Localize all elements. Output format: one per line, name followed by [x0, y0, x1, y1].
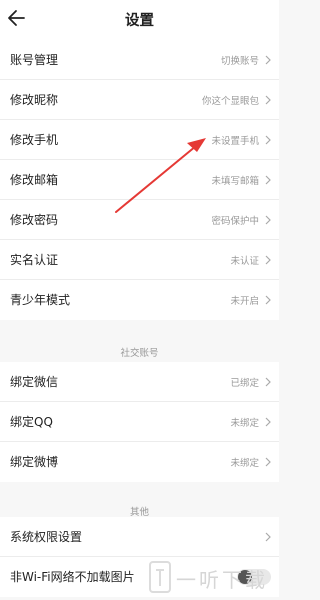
row-bind-weibo[interactable]: 绑定微博 未绑定 — [0, 442, 279, 482]
row-bind-wechat[interactable]: 绑定微信 已绑定 — [0, 362, 279, 402]
row-value: 已绑定 — [230, 378, 259, 389]
chevron-right-icon — [265, 215, 271, 225]
row-value: 未认证 — [230, 256, 259, 267]
row-value: 你这个显眼包 — [201, 96, 259, 107]
row-label: 绑定微信 — [10, 375, 59, 389]
row-label: 修改密码 — [10, 213, 59, 227]
chevron-right-icon — [265, 295, 271, 305]
chevron-right-icon — [265, 95, 271, 105]
chevron-right-icon — [265, 377, 271, 387]
row-edit-password[interactable]: 修改密码 密码保护中 — [0, 200, 279, 240]
row-label: 修改昵称 — [10, 93, 59, 107]
row-label: 实名认证 — [10, 253, 59, 267]
row-bind-qq[interactable]: 绑定QQ 未绑定 — [0, 402, 279, 442]
row-label: 绑定QQ — [10, 415, 53, 429]
row-system-permissions[interactable]: 系统权限设置 — [0, 517, 279, 557]
row-teen-mode[interactable]: 青少年模式 未开启 — [0, 280, 279, 320]
section-title-other: 其他 — [129, 507, 149, 518]
row-label: 系统权限设置 — [10, 530, 83, 544]
chevron-right-icon — [265, 175, 271, 185]
row-label: 修改邮箱 — [10, 173, 59, 187]
row-value: 未设置手机 — [211, 136, 259, 147]
header-bar: 设置 — [0, 0, 279, 40]
chevron-right-icon — [265, 255, 271, 265]
row-account-management[interactable]: 账号管理 切换账号 — [0, 40, 279, 80]
row-label: 账号管理 — [10, 53, 59, 67]
row-label: 青少年模式 — [10, 293, 71, 307]
row-value: 切换账号 — [220, 56, 259, 67]
row-label: 非Wi-Fi网络不加载图片 — [10, 570, 135, 584]
row-label: 绑定微博 — [10, 455, 59, 469]
section-title-social: 社交账号 — [120, 348, 159, 359]
row-value: 未绑定 — [230, 458, 259, 469]
chevron-right-icon — [265, 55, 271, 65]
row-value: 未开启 — [230, 296, 259, 307]
row-edit-nickname[interactable]: 修改昵称 你这个显眼包 — [0, 80, 279, 120]
watermark-text: 一听下载 — [176, 568, 268, 592]
chevron-right-icon — [265, 135, 271, 145]
row-label: 修改手机 — [10, 133, 59, 147]
page-title: 设置 — [125, 13, 154, 29]
row-value: 密码保护中 — [211, 216, 259, 227]
row-value: 未填写邮箱 — [211, 176, 259, 187]
chevron-right-icon — [265, 532, 271, 542]
row-real-name-verification[interactable]: 实名认证 未认证 — [0, 240, 279, 280]
row-edit-email[interactable]: 修改邮箱 未填写邮箱 — [0, 160, 279, 200]
chevron-right-icon — [265, 457, 271, 467]
row-value: 未绑定 — [230, 418, 259, 429]
chevron-right-icon — [265, 417, 271, 427]
row-edit-phone[interactable]: 修改手机 未设置手机 — [0, 120, 279, 160]
